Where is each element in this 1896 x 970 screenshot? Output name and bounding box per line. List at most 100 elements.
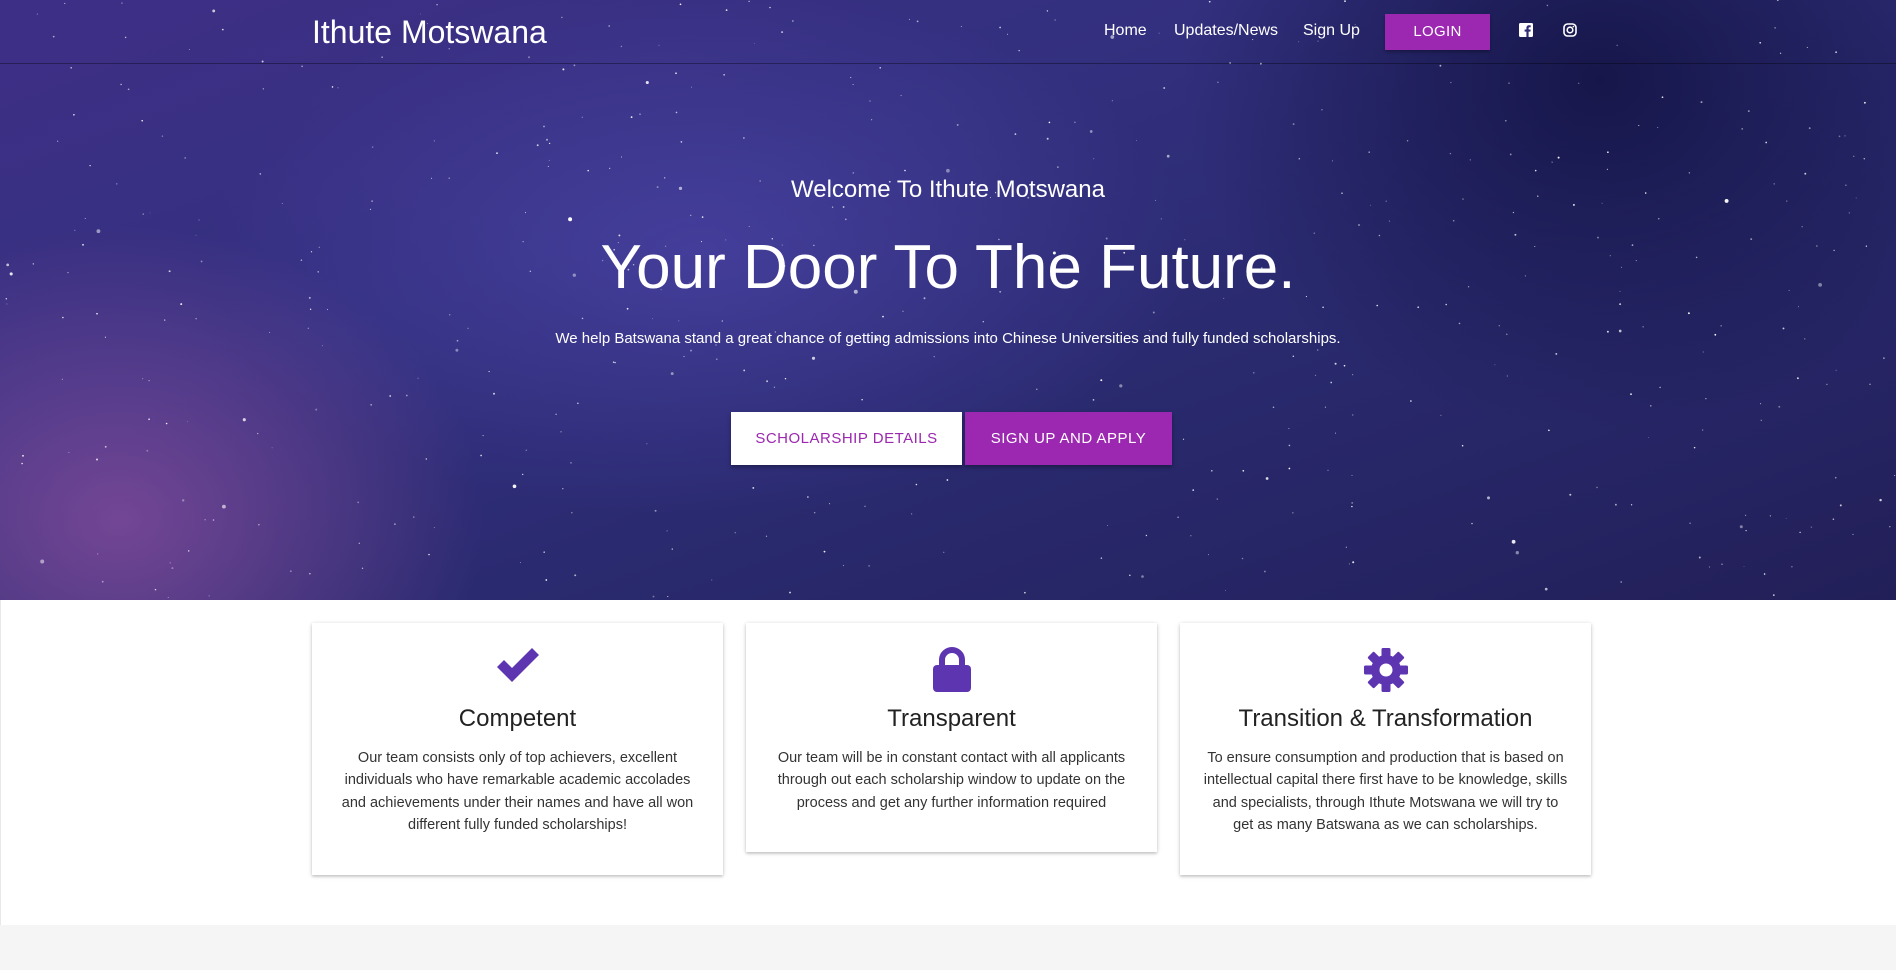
star xyxy=(548,159,550,161)
star xyxy=(1551,161,1553,163)
star xyxy=(743,137,745,139)
star xyxy=(195,318,197,320)
star xyxy=(1839,504,1842,507)
scholarship-details-button[interactable]: SCHOLARSHIP DETAILS xyxy=(731,412,962,465)
nav-sign-up[interactable]: Sign Up xyxy=(1303,20,1360,42)
star xyxy=(1292,123,1295,126)
star xyxy=(361,567,364,569)
star xyxy=(315,408,318,411)
star xyxy=(1288,467,1291,470)
star xyxy=(543,551,545,553)
star xyxy=(1406,140,1409,142)
star xyxy=(570,462,572,464)
star xyxy=(831,206,834,208)
star xyxy=(1801,226,1803,228)
star xyxy=(1458,322,1461,325)
checkmark-icon xyxy=(312,647,723,685)
navbar: Ithute Motswana Home Updates/News Sign U… xyxy=(0,0,1896,64)
star xyxy=(142,213,144,215)
feature-card-transition: Transition & Transformation To ensure co… xyxy=(1180,623,1591,875)
star xyxy=(327,309,328,311)
nav-home[interactable]: Home xyxy=(1104,20,1147,42)
star xyxy=(309,572,311,575)
star xyxy=(545,579,548,581)
star xyxy=(221,504,226,509)
feature-title: Competent xyxy=(458,705,577,732)
hero-headline: Your Door To The Future. xyxy=(600,233,1296,302)
star xyxy=(525,449,528,452)
star xyxy=(1515,551,1519,555)
star xyxy=(560,430,562,433)
star xyxy=(1832,518,1835,520)
star xyxy=(1292,355,1295,357)
star xyxy=(1785,517,1787,519)
star xyxy=(1544,587,1548,591)
star xyxy=(1014,133,1017,135)
nav-updates-news[interactable]: Updates/News xyxy=(1174,20,1278,42)
star xyxy=(670,372,674,376)
star xyxy=(1708,566,1710,568)
star xyxy=(1657,126,1659,128)
star xyxy=(425,458,427,460)
star xyxy=(148,418,150,421)
star xyxy=(1253,372,1255,374)
star xyxy=(900,94,902,97)
star xyxy=(1264,570,1266,573)
gear-icon xyxy=(1180,647,1591,693)
star xyxy=(289,570,292,573)
star xyxy=(169,562,171,564)
star xyxy=(1791,566,1793,568)
star xyxy=(1796,377,1799,380)
star xyxy=(89,164,91,167)
star xyxy=(646,443,648,445)
star xyxy=(1702,351,1704,353)
star xyxy=(1772,594,1775,596)
star xyxy=(1844,135,1846,137)
star xyxy=(167,596,169,598)
star xyxy=(1182,438,1185,440)
star xyxy=(620,156,622,158)
star xyxy=(842,206,845,208)
star xyxy=(902,310,904,312)
login-button[interactable]: LOGIN xyxy=(1385,14,1490,50)
star xyxy=(258,524,260,526)
star xyxy=(1314,374,1317,376)
star xyxy=(1650,405,1652,407)
star xyxy=(394,523,396,525)
star xyxy=(97,553,99,555)
star xyxy=(1439,64,1442,67)
star xyxy=(1100,557,1103,559)
star xyxy=(488,371,490,373)
star xyxy=(519,562,522,564)
star xyxy=(1217,81,1219,84)
star xyxy=(1700,101,1703,104)
star xyxy=(1163,87,1166,89)
star xyxy=(1687,312,1690,315)
star xyxy=(1739,525,1743,529)
star xyxy=(1324,406,1326,408)
star xyxy=(784,377,787,380)
star xyxy=(1136,139,1137,141)
star xyxy=(690,214,692,216)
star xyxy=(1242,469,1245,472)
star xyxy=(165,422,168,425)
star xyxy=(675,111,678,114)
star xyxy=(691,86,692,88)
star xyxy=(1620,581,1623,583)
star xyxy=(262,88,264,90)
star xyxy=(1658,218,1660,220)
sign-up-apply-button[interactable]: SIGN UP AND APPLY xyxy=(965,412,1172,465)
star xyxy=(184,156,187,159)
star xyxy=(1469,159,1471,161)
star xyxy=(1024,591,1026,594)
star xyxy=(413,516,415,518)
facebook-icon[interactable] xyxy=(1518,22,1534,38)
star xyxy=(1141,575,1144,578)
star xyxy=(645,80,649,85)
star xyxy=(1879,498,1882,502)
instagram-icon[interactable] xyxy=(1562,22,1578,38)
star xyxy=(449,314,451,316)
star xyxy=(212,519,215,521)
star xyxy=(1292,512,1294,514)
brand-logo[interactable]: Ithute Motswana xyxy=(312,12,547,52)
